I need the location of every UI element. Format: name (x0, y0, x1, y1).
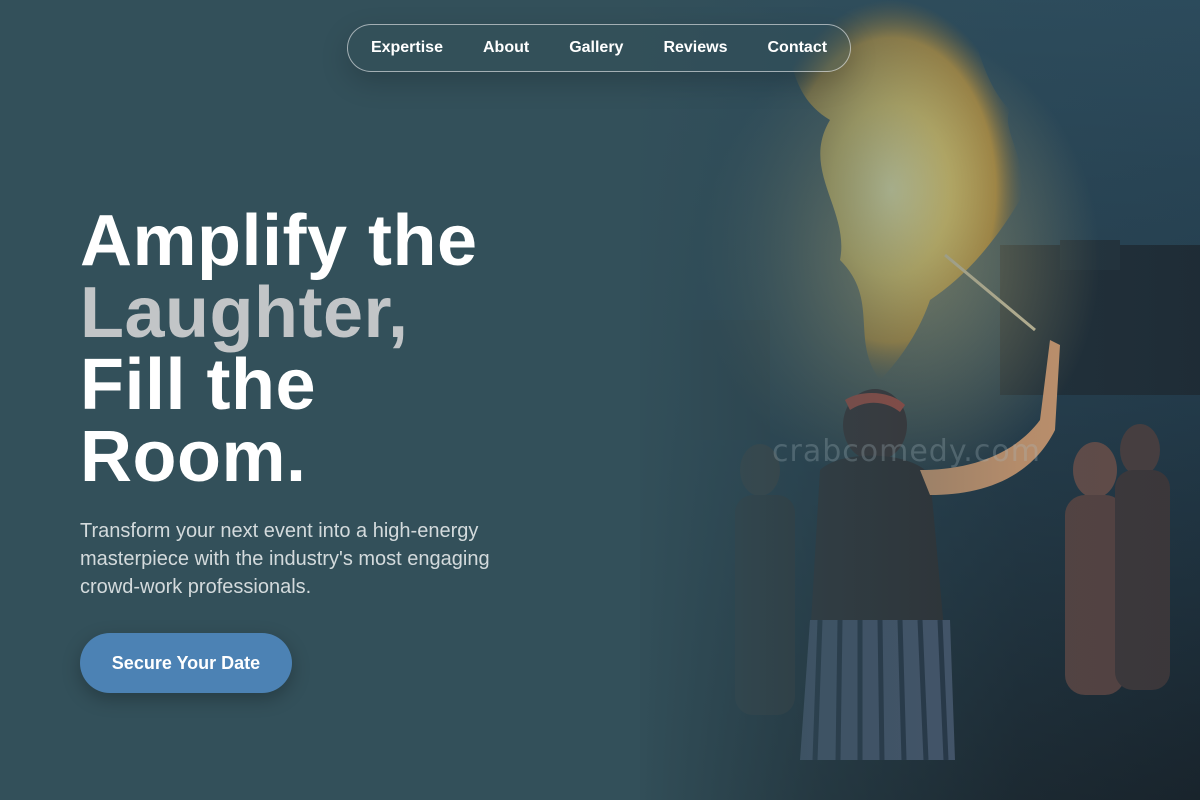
hero-title-line-4: Room. (80, 417, 307, 497)
watermark-text: crabcomedy.com (772, 434, 1041, 469)
nav-link-gallery[interactable]: Gallery (549, 24, 643, 72)
nav-link-about[interactable]: About (463, 24, 549, 72)
hero-title-line-3: Fill the (80, 345, 316, 425)
hero-title-line-2: Laughter, (80, 273, 409, 353)
hero-subtitle: Transform your next event into a high-en… (80, 520, 490, 598)
hero-title-line-1: Amplify the (80, 201, 478, 281)
hero-title: Amplify the Laughter, Fill the Room. (80, 205, 478, 493)
nav-link-contact[interactable]: Contact (748, 24, 848, 72)
nav-link-expertise[interactable]: Expertise (351, 24, 463, 72)
secure-date-button[interactable]: Secure Your Date (80, 633, 292, 693)
nav-link-reviews[interactable]: Reviews (643, 24, 747, 72)
main-nav: Expertise About Gallery Reviews Contact (347, 24, 851, 72)
